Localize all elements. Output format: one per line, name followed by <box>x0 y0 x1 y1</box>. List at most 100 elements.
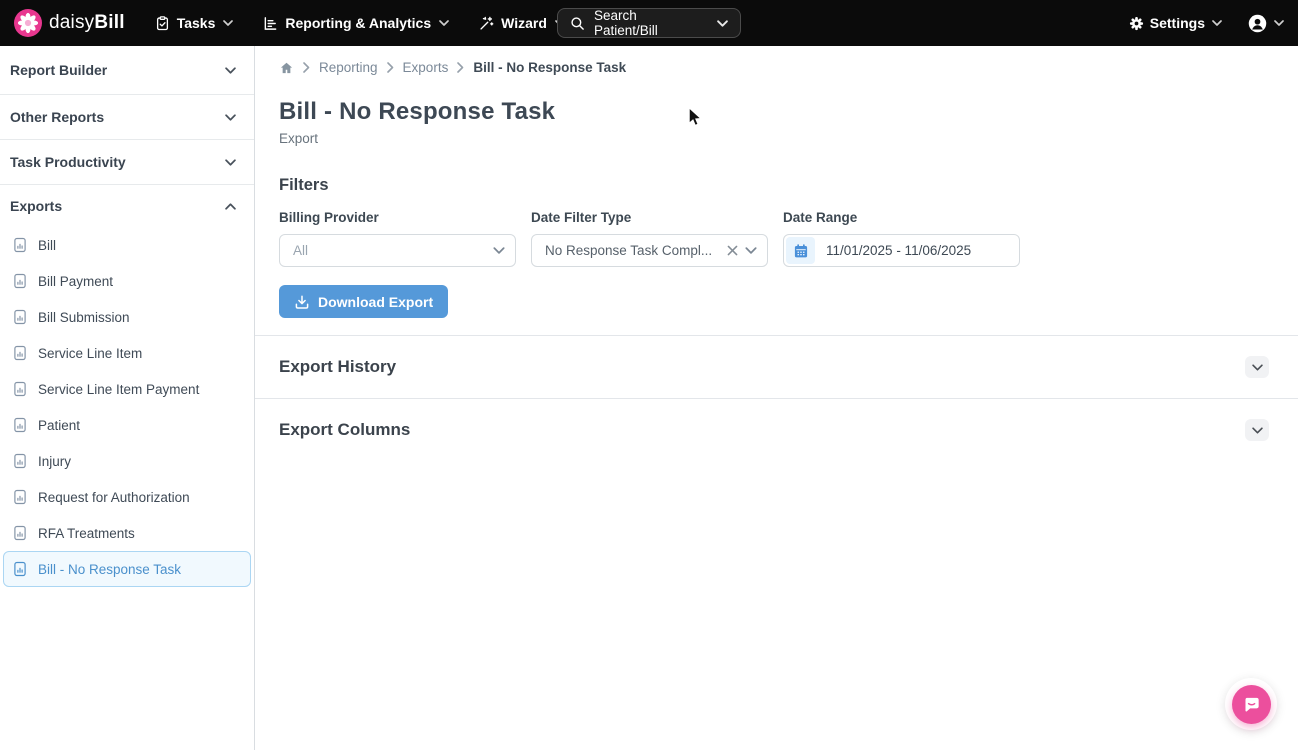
download-icon <box>294 294 310 310</box>
breadcrumb-current: Bill - No Response Task <box>473 60 627 75</box>
date-filter-type-label: Date Filter Type <box>531 210 632 225</box>
magic-wand-icon <box>479 16 494 31</box>
document-chart-icon <box>12 417 28 433</box>
breadcrumb: Reporting Exports Bill - No Response Tas… <box>279 60 1274 75</box>
chevron-down-icon <box>225 158 236 166</box>
main-menu: Tasks Reporting & Analytics Wizard <box>155 15 565 31</box>
breadcrumb-separator-icon <box>386 62 394 73</box>
sidebar-section-exports[interactable]: Exports <box>0 185 254 227</box>
chevron-down-icon <box>717 19 728 27</box>
sidebar: Report Builder Other Reports Task Produc… <box>0 46 255 750</box>
export-columns-title: Export Columns <box>279 420 411 439</box>
sidebar-item-label: Bill Submission <box>38 309 130 325</box>
breadcrumb-separator-icon <box>303 62 310 73</box>
download-export-label: Download Export <box>318 293 434 310</box>
menu-wizard-label: Wizard <box>501 15 547 31</box>
sidebar-section-task-productivity[interactable]: Task Productivity <box>0 140 254 185</box>
gear-icon <box>1129 16 1144 31</box>
bar-chart-icon <box>263 16 278 31</box>
document-chart-icon <box>12 489 28 505</box>
menu-wizard[interactable]: Wizard <box>479 15 565 31</box>
document-chart-icon <box>12 525 28 541</box>
menu-tasks-label: Tasks <box>176 15 216 31</box>
section-label: Exports <box>10 198 63 214</box>
document-chart-icon <box>12 345 28 361</box>
sidebar-item-export[interactable]: Bill Payment <box>3 263 251 299</box>
sidebar-export-items: Bill Bill Payment Bill Submission Servic… <box>0 227 254 593</box>
document-chart-icon <box>12 309 28 325</box>
sidebar-item-label: RFA Treatments <box>38 525 135 541</box>
sidebar-item-export[interactable]: Bill Submission <box>3 299 251 335</box>
sidebar-item-export[interactable]: Service Line Item Payment <box>3 371 251 407</box>
export-history-panel: Export History <box>255 335 1298 398</box>
section-label: Report Builder <box>10 62 108 78</box>
sidebar-item-label: Service Line Item Payment <box>38 381 200 397</box>
chevron-up-icon <box>225 202 236 210</box>
calendar-icon[interactable] <box>786 237 815 264</box>
brand-logo[interactable]: daisyBill <box>14 9 125 37</box>
sidebar-item-label: Bill <box>38 237 57 253</box>
filters-row: Billing Provider All Date Filter Type No… <box>279 210 1274 267</box>
tasks-clipboard-icon <box>155 15 170 31</box>
chevron-down-icon <box>223 20 234 26</box>
sidebar-item-label: Request for Authorization <box>38 489 190 505</box>
sidebar-item-export[interactable]: RFA Treatments <box>3 515 251 551</box>
download-export-button[interactable]: Download Export <box>279 285 449 318</box>
top-navbar: daisyBill Tasks Reporting & Analytics Wi… <box>0 0 1298 46</box>
document-chart-icon <box>12 453 28 469</box>
sidebar-item-label: Bill - No Response Task <box>38 561 182 577</box>
sidebar-item-label: Injury <box>38 453 72 469</box>
sidebar-item-export[interactable]: Service Line Item <box>3 335 251 371</box>
menu-settings[interactable]: Settings <box>1129 15 1222 31</box>
sidebar-item-export[interactable]: Patient <box>3 407 251 443</box>
document-chart-icon <box>12 381 28 397</box>
main-content: Reporting Exports Bill - No Response Tas… <box>255 46 1298 750</box>
export-history-toggle-button[interactable] <box>1245 356 1269 378</box>
page-subtitle: Export <box>279 131 319 146</box>
search-icon <box>570 16 585 31</box>
chevron-down-icon <box>745 247 757 254</box>
section-label: Task Productivity <box>10 154 126 170</box>
export-columns-panel: Export Columns <box>255 398 1298 461</box>
sidebar-item-label: Service Line Item <box>38 345 143 361</box>
document-chart-icon <box>12 561 28 577</box>
document-chart-icon <box>12 273 28 289</box>
user-menu[interactable] <box>1248 14 1284 33</box>
chat-launcher-button[interactable] <box>1225 678 1277 730</box>
billing-provider-label: Billing Provider <box>279 210 379 225</box>
chevron-down-icon <box>493 247 505 254</box>
date-range-value: 11/01/2025 - 11/06/2025 <box>826 243 972 258</box>
collapsible-panels: Export History Export Columns <box>255 335 1298 461</box>
breadcrumb-exports[interactable]: Exports <box>403 60 449 75</box>
sidebar-item-export[interactable]: Bill <box>3 227 251 263</box>
chevron-down-icon <box>1212 20 1222 26</box>
chat-bubble-icon <box>1231 684 1271 724</box>
search-label: Search Patient/Bill <box>594 8 658 38</box>
user-avatar-icon <box>1248 14 1267 33</box>
home-icon[interactable] <box>279 61 294 75</box>
chevron-down-icon <box>1274 20 1284 26</box>
page-title: Bill - No Response Task <box>279 98 556 125</box>
chevron-down-icon <box>225 66 236 74</box>
date-filter-type-select[interactable]: No Response Task Compl... <box>531 234 768 267</box>
clear-icon[interactable] <box>727 245 738 256</box>
date-range-label: Date Range <box>783 210 858 225</box>
menu-tasks[interactable]: Tasks <box>155 15 234 31</box>
document-chart-icon <box>12 237 28 253</box>
menu-reporting-analytics[interactable]: Reporting & Analytics <box>263 15 449 31</box>
date-filter-type-value: No Response Task Compl... <box>545 243 713 258</box>
sidebar-section-report-builder[interactable]: Report Builder <box>0 46 254 95</box>
menu-reporting-label: Reporting & Analytics <box>285 15 432 31</box>
billing-provider-value: All <box>293 243 309 258</box>
date-range-input[interactable]: 11/01/2025 - 11/06/2025 <box>783 234 1020 267</box>
sidebar-item-export[interactable]: Request for Authorization <box>3 479 251 515</box>
brand-name: daisyBill <box>49 12 125 33</box>
sidebar-section-other-reports[interactable]: Other Reports <box>0 95 254 140</box>
section-label: Other Reports <box>10 109 105 125</box>
breadcrumb-reporting[interactable]: Reporting <box>319 60 378 75</box>
sidebar-item-export[interactable]: Bill - No Response Task <box>3 551 251 587</box>
export-columns-toggle-button[interactable] <box>1245 419 1269 441</box>
search-patient-bill[interactable]: Search Patient/Bill <box>557 8 741 38</box>
sidebar-item-export[interactable]: Injury <box>3 443 251 479</box>
billing-provider-select[interactable]: All <box>279 234 516 267</box>
